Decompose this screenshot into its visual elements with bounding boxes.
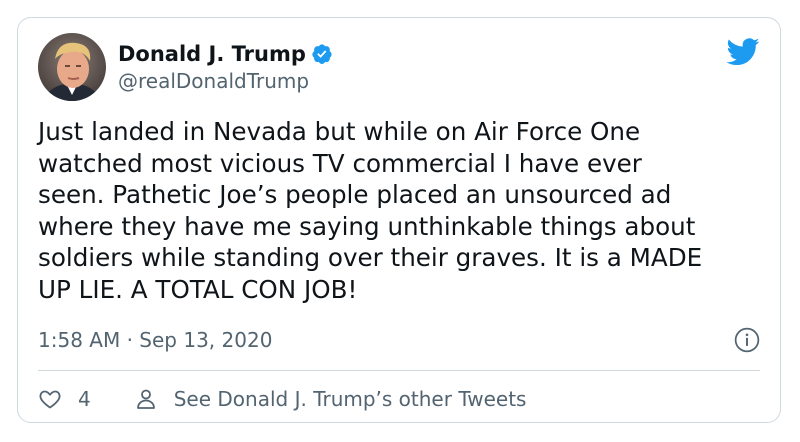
author-name-row: Donald J. Trump xyxy=(118,40,333,68)
divider xyxy=(38,370,760,371)
tweet-text: Just landed in Nevada but while on Air F… xyxy=(38,117,703,304)
avatar[interactable] xyxy=(38,33,106,101)
twitter-bird-icon[interactable] xyxy=(726,38,760,66)
author-name[interactable]: Donald J. Trump xyxy=(118,42,306,66)
tweet-date[interactable]: Sep 13, 2020 xyxy=(139,328,272,352)
see-other-tweets-link[interactable]: See Donald J. Trump’s other Tweets xyxy=(134,387,527,411)
tweet-actions: 4 See Donald J. Trump’s other Tweets xyxy=(38,382,526,416)
tweet-card: Donald J. Trump @realDonaldTrump Just la… xyxy=(17,17,781,423)
info-icon[interactable] xyxy=(734,327,760,353)
heart-icon xyxy=(39,390,61,409)
like-count: 4 xyxy=(78,387,91,411)
like-button[interactable]: 4 xyxy=(38,387,91,411)
timestamp-separator: · xyxy=(126,328,133,352)
avatar-photo xyxy=(38,33,106,101)
person-icon xyxy=(136,389,155,409)
author-handle[interactable]: @realDonaldTrump xyxy=(118,69,309,93)
verified-badge-icon xyxy=(312,44,332,64)
tweet-timestamp: 1:58 AM · Sep 13, 2020 xyxy=(38,328,272,352)
see-other-tweets-label: See Donald J. Trump’s other Tweets xyxy=(173,387,527,411)
tweet-time[interactable]: 1:58 AM xyxy=(38,328,120,352)
